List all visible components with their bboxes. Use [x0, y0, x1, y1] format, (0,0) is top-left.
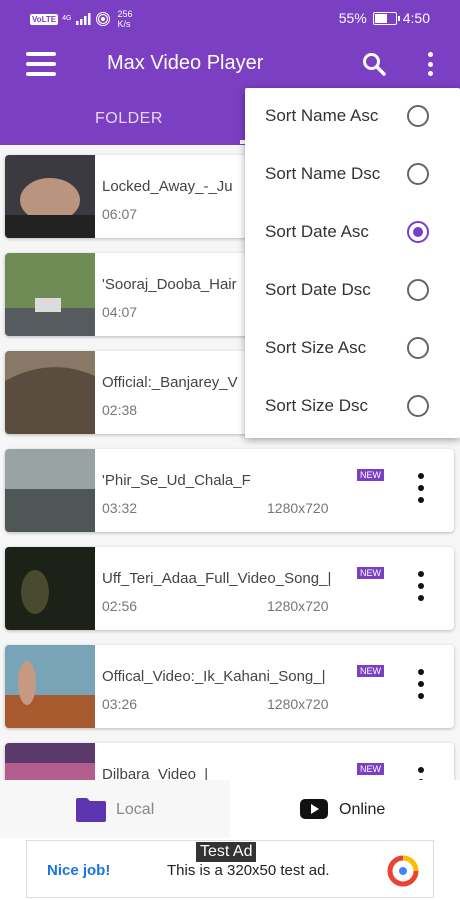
battery-icon: [372, 11, 400, 25]
video-duration: 06:07: [102, 206, 138, 222]
sort-option-date-asc[interactable]: Sort Date Asc: [245, 204, 460, 262]
bottom-nav: Local Online: [0, 780, 460, 838]
sort-option-label: Sort Date Asc: [265, 222, 369, 241]
status-left: VoLTE 4G 256 K/s: [30, 9, 133, 29]
youtube-icon: [300, 799, 328, 819]
radio-icon[interactable]: [407, 105, 429, 127]
video-thumbnail: [5, 547, 95, 630]
ad-logo-icon: [387, 855, 419, 887]
menu-icon[interactable]: [26, 52, 56, 76]
sort-option-name-asc[interactable]: Sort Name Asc: [245, 88, 460, 146]
video-title: Dilbara_Video_|: [102, 766, 209, 780]
video-options-icon[interactable]: [417, 571, 425, 601]
sort-option-date-dsc[interactable]: Sort Date Dsc: [245, 262, 460, 320]
video-item[interactable]: Uff_Teri_Adaa_Full_Video_Song_| 02:56 12…: [5, 547, 454, 630]
radio-icon[interactable]: [407, 395, 429, 417]
video-options-icon[interactable]: [417, 669, 425, 699]
video-duration: 04:07: [102, 304, 138, 320]
app-title: Max Video Player: [107, 52, 264, 74]
video-title: Uff_Teri_Adaa_Full_Video_Song_|: [102, 570, 332, 587]
status-bar: VoLTE 4G 256 K/s 55% 4:50: [0, 0, 460, 36]
video-item[interactable]: Dilbara_Video_| NEW: [5, 743, 454, 780]
tab-folder[interactable]: FOLDER: [95, 110, 163, 128]
clock: 4:50: [402, 10, 430, 26]
sort-option-name-dsc[interactable]: Sort Name Dsc: [245, 146, 460, 204]
search-icon[interactable]: [362, 52, 386, 76]
new-badge: NEW: [357, 763, 384, 775]
nav-local[interactable]: Local: [0, 780, 230, 838]
radio-icon[interactable]: [407, 163, 429, 185]
ad-headline: Nice job!: [47, 862, 111, 879]
video-title: Offical_Video:_Ik_Kahani_Song_|: [102, 668, 326, 685]
video-thumbnail: [5, 449, 95, 532]
video-thumbnail: [5, 743, 95, 780]
video-options-icon[interactable]: [417, 473, 425, 503]
test-ad-label: Test Ad: [196, 842, 257, 862]
radio-icon[interactable]: [407, 279, 429, 301]
battery-fill: [374, 13, 387, 23]
video-resolution: 1280x720: [267, 500, 329, 516]
video-thumbnail: [5, 351, 95, 434]
video-thumbnail: [5, 155, 95, 238]
nav-online[interactable]: Online: [230, 780, 460, 838]
nav-online-label: Online: [339, 801, 386, 818]
sort-option-size-asc[interactable]: Sort Size Asc: [245, 320, 460, 378]
video-thumbnail: [5, 253, 95, 336]
network-type: 4G: [62, 15, 72, 22]
volte-badge: VoLTE: [30, 13, 59, 25]
status-right: 55% 4:50: [339, 10, 430, 26]
sort-menu: Sort Name Asc Sort Name Dsc Sort Date As…: [245, 88, 460, 438]
video-duration: 03:32: [102, 500, 138, 516]
ad-text: This is a 320x50 test ad.: [167, 862, 330, 879]
radio-icon[interactable]: [407, 337, 429, 359]
video-resolution: 1280x720: [267, 598, 329, 614]
hotspot-icon: [95, 12, 110, 26]
sort-option-label: Sort Date Dsc: [265, 280, 371, 299]
new-badge: NEW: [357, 469, 384, 481]
video-item[interactable]: 'Phir_Se_Ud_Chala_F 03:32 1280x720 NEW: [5, 449, 454, 532]
video-title: 'Phir_Se_Ud_Chala_F: [102, 472, 251, 489]
data-speed: 256 K/s: [117, 9, 133, 29]
video-duration: 02:56: [102, 598, 138, 614]
radio-selected-icon[interactable]: [407, 221, 429, 243]
folder-icon: [76, 798, 106, 822]
sort-option-label: Sort Name Dsc: [265, 164, 381, 183]
overflow-menu-icon[interactable]: [424, 52, 436, 76]
new-badge: NEW: [357, 567, 384, 579]
nav-local-label: Local: [116, 801, 155, 818]
battery-percent: 55%: [338, 10, 367, 26]
video-options-icon[interactable]: [417, 767, 425, 780]
video-thumbnail: [5, 645, 95, 728]
new-badge: NEW: [357, 665, 384, 677]
sort-option-label: Sort Name Asc: [265, 106, 379, 125]
video-duration: 02:38: [102, 402, 138, 418]
video-item[interactable]: Offical_Video:_Ik_Kahani_Song_| 03:26 12…: [5, 645, 454, 728]
sort-option-size-dsc[interactable]: Sort Size Dsc: [245, 378, 460, 436]
video-duration: 03:26: [102, 696, 138, 712]
signal-icon: [75, 13, 90, 25]
sort-option-label: Sort Size Dsc: [265, 396, 368, 415]
sort-option-label: Sort Size Asc: [265, 338, 367, 357]
video-resolution: 1280x720: [267, 696, 329, 712]
